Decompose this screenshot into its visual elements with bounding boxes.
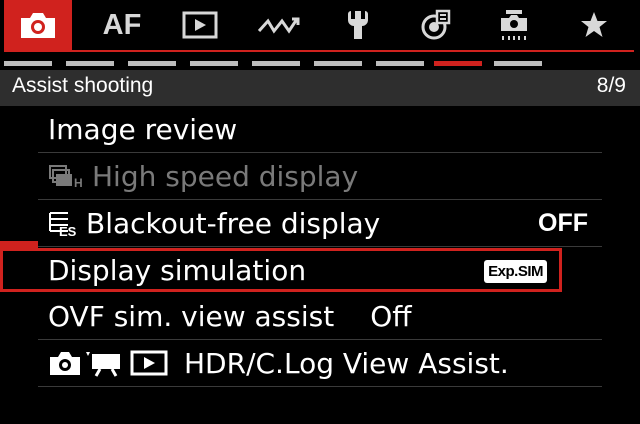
menu-item-label: Display simulation [48,253,307,287]
menu-item-ovf-sim-view-assist[interactable]: OVF sim. view assist Off [38,293,602,340]
blackout-free-icon: ES [48,209,82,237]
tab-af-label: AF [102,8,142,41]
page-title: Assist shooting [12,74,154,97]
wrench-icon [348,11,368,39]
tab-my-menu[interactable] [562,0,626,50]
svg-text:ES: ES [59,224,77,237]
menu-item-value: OFF [538,208,588,237]
menu-item-display-simulation[interactable]: Display simulation Exp.SIM [0,248,562,292]
menu-tab-bar: AF [0,0,640,50]
page-indicator [0,61,640,67]
menu-item-label: Blackout-free display [86,206,381,240]
menu-item-blackout-free-display[interactable]: ES Blackout-free display OFF [38,200,602,247]
exp-sim-badge: Exp.SIM [484,260,547,283]
tab-playback[interactable] [168,0,232,50]
network-icon [421,9,451,40]
menu-item-value: Off [370,299,412,333]
camera-icon [21,13,55,38]
menu-item-high-speed-display: H High speed display [38,153,602,200]
high-speed-display-icon: H [48,163,88,189]
page-dot [494,61,542,66]
menu-item-hdr-clog-view-assist[interactable]: HDR/C.Log View Assist. [38,340,602,387]
page-header: Assist shooting 8/9 [0,70,640,106]
custom-func-icon [501,10,527,40]
page-number: 8/9 [596,74,626,97]
page-dot [314,61,362,66]
page-dot-active [434,61,482,66]
menu-item-label: HDR/C.Log View Assist. [184,346,509,380]
menu-item-image-review[interactable]: Image review [38,106,602,153]
menu-item-label: Image review [48,112,238,146]
page-dot [376,61,424,66]
page-dot [128,61,176,66]
tab-wireless[interactable] [246,0,310,50]
play-icon [182,11,218,39]
page-dot [66,61,114,66]
wave-icon [257,17,300,34]
tab-shooting[interactable] [4,0,72,50]
page-dot [4,61,52,66]
tab-underline [4,50,634,52]
menu-list: Image review H High speed display ES Bla… [0,106,602,387]
svg-text:H: H [74,176,83,189]
tab-setup[interactable] [326,0,390,50]
camera-movie-play-icons [48,348,172,378]
page-dot [190,61,238,66]
menu-item-label: OVF sim. view assist [48,299,335,333]
tab-af[interactable]: AF [90,0,154,50]
page-dot [252,61,300,66]
tab-custom-functions[interactable] [482,0,546,50]
menu-item-label: High speed display [92,159,359,193]
tab-network[interactable] [404,0,468,50]
star-icon [581,12,607,37]
